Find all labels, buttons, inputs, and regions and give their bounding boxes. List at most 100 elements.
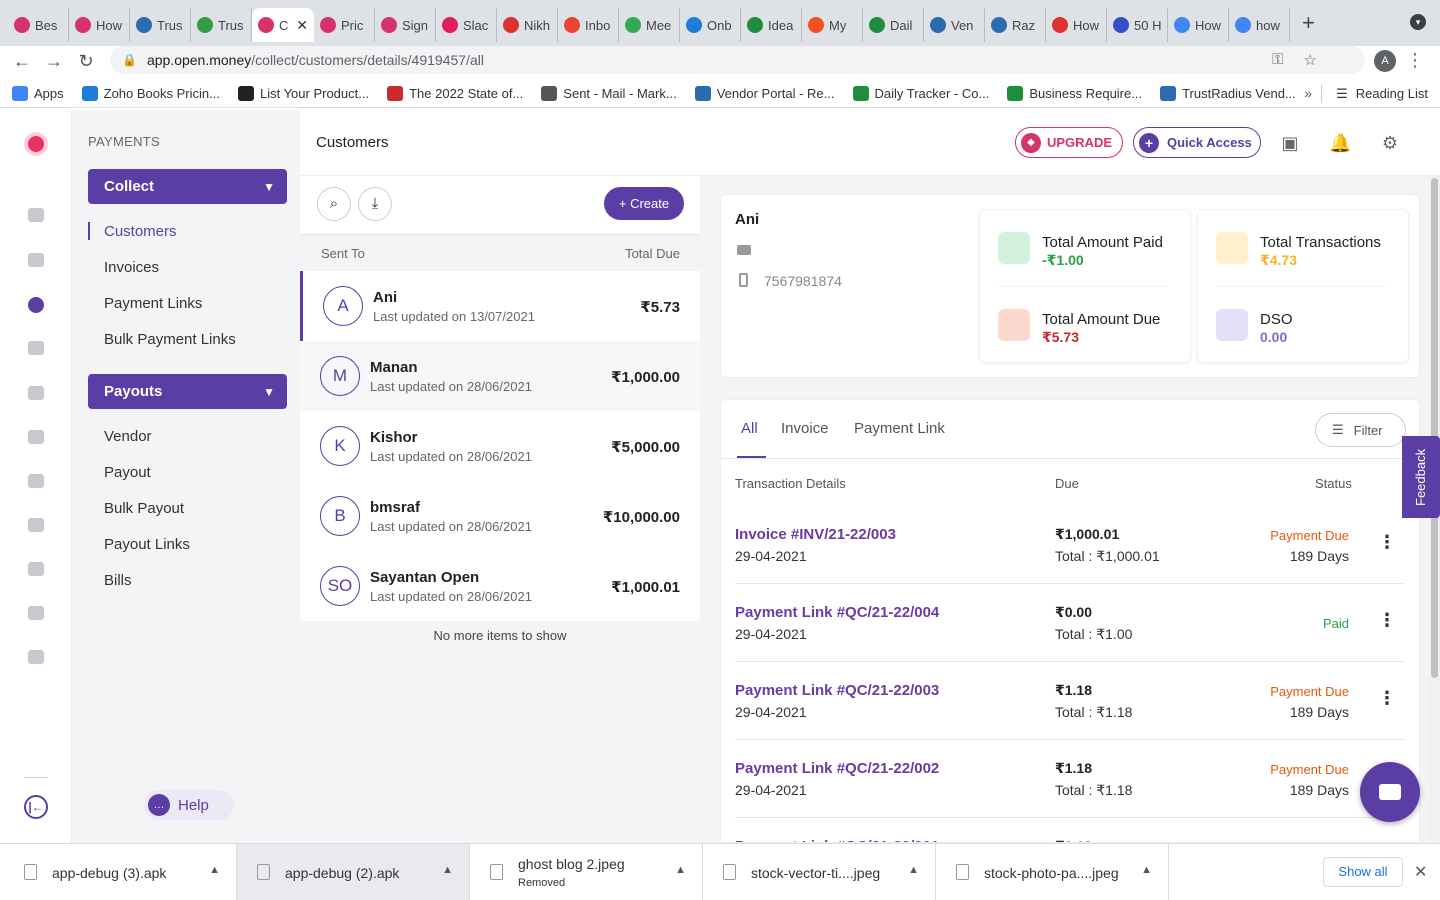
more-options-icon[interactable]: ⋮ bbox=[1377, 532, 1397, 553]
download-item[interactable]: ghost blog 2.jpeg Removed ▲ bbox=[470, 844, 703, 900]
open-logo[interactable] bbox=[24, 132, 48, 156]
browser-tab[interactable]: Raz bbox=[985, 8, 1046, 42]
feedback-tab[interactable]: Feedback bbox=[1402, 436, 1440, 518]
tab-all[interactable]: All bbox=[741, 420, 758, 437]
create-button[interactable]: + Create bbox=[604, 187, 684, 220]
sidebar-item-payment-links[interactable]: Payment Links bbox=[104, 295, 202, 312]
help-button[interactable]: … Help bbox=[144, 790, 234, 820]
more-options-icon[interactable]: ⋮ bbox=[1377, 610, 1397, 631]
collect-group-button[interactable]: Collect ▼ bbox=[88, 169, 287, 204]
download-item[interactable]: app-debug (3).apk ▲ bbox=[4, 844, 237, 900]
scrollbar-thumb[interactable] bbox=[1431, 178, 1438, 678]
chevron-up-icon[interactable]: ▲ bbox=[442, 864, 453, 876]
cart-icon[interactable] bbox=[28, 341, 44, 355]
browser-tab[interactable]: Pric bbox=[314, 8, 375, 42]
tab-search-icon[interactable]: ▾ bbox=[1410, 14, 1426, 30]
apps-grid-icon[interactable] bbox=[28, 650, 44, 664]
transaction-link[interactable]: Invoice #INV/21-22/003 bbox=[735, 526, 896, 543]
browser-tab[interactable]: 50 H bbox=[1107, 8, 1168, 42]
browser-tab[interactable]: Inbo bbox=[558, 8, 619, 42]
key-icon[interactable]: ⚿ bbox=[1272, 51, 1283, 69]
browser-tab[interactable]: Idea bbox=[741, 8, 802, 42]
transaction-link[interactable]: Payment Link #QC/21-22/004 bbox=[735, 604, 939, 621]
browser-tab[interactable]: How bbox=[1168, 8, 1229, 42]
bell-icon[interactable]: 🔔 bbox=[1329, 132, 1351, 154]
browser-tab[interactable]: Sign bbox=[375, 8, 436, 42]
dashboard-icon[interactable] bbox=[28, 253, 44, 267]
browser-tab[interactable]: C ✕ bbox=[252, 8, 314, 42]
tab-invoice[interactable]: Invoice bbox=[781, 420, 829, 437]
address-bar[interactable]: 🔒 app.open.money/collect/customers/detai… bbox=[110, 46, 1365, 74]
browser-tab[interactable]: Mee bbox=[619, 8, 680, 42]
chevron-up-icon[interactable]: ▲ bbox=[675, 864, 686, 876]
sidebar-item-payout[interactable]: Payout bbox=[104, 464, 151, 481]
reload-icon[interactable]: ↻ bbox=[70, 51, 102, 72]
browser-tab[interactable]: Nikh bbox=[497, 8, 558, 42]
browser-tab[interactable]: Trus bbox=[130, 8, 191, 42]
transaction-link[interactable]: Payment Link #QC/21-22/002 bbox=[735, 760, 939, 777]
bulb-icon[interactable] bbox=[28, 208, 44, 222]
sidebar-item-vendor[interactable]: Vendor bbox=[104, 428, 152, 445]
sidebar-item-bills[interactable]: Bills bbox=[104, 572, 132, 589]
collapse-sidebar-icon[interactable]: |← bbox=[24, 795, 48, 819]
quick-access-button[interactable]: + Quick Access bbox=[1133, 127, 1261, 158]
reading-list-button[interactable]: ☰ Reading List bbox=[1336, 86, 1428, 102]
bookmark-item[interactable]: Daily Tracker - Co... bbox=[852, 86, 989, 101]
gear-icon[interactable]: ⚙ bbox=[1379, 132, 1401, 154]
payments-icon[interactable] bbox=[28, 297, 44, 313]
bookmark-item[interactable]: Sent - Mail - Mark... bbox=[541, 86, 677, 101]
close-icon[interactable]: ✕ bbox=[1414, 862, 1427, 882]
customer-row[interactable]: M Manan Last updated on 28/06/2021 ₹1,000.0… bbox=[300, 341, 700, 411]
sidebar-item-payout-links[interactable]: Payout Links bbox=[104, 536, 190, 553]
back-icon[interactable]: ← bbox=[6, 51, 38, 72]
customer-row[interactable]: Bbmsraf Last updated on 28/06/2021 ₹10,000… bbox=[300, 481, 700, 551]
customer-row[interactable]: SO Sayantan Open Last updated on 28/06/202… bbox=[300, 551, 700, 621]
bookmark-item[interactable]: Apps bbox=[12, 86, 64, 101]
download-item[interactable]: app-debug (2).apk ▲ bbox=[237, 844, 470, 900]
tab-payment-link[interactable]: Payment Link bbox=[854, 420, 945, 437]
browser-tab[interactable]: how bbox=[1229, 8, 1290, 42]
sidebar-item-invoices[interactable]: Invoices bbox=[104, 259, 159, 276]
bookmark-item[interactable]: The 2022 State of... bbox=[387, 86, 523, 101]
bookmark-star-icon[interactable]: ☆ bbox=[1304, 51, 1317, 69]
browser-menu-icon[interactable]: ⋮ bbox=[1406, 50, 1424, 71]
browser-tab[interactable]: Onb bbox=[680, 8, 741, 42]
payouts-group-button[interactable]: Payouts ▼ bbox=[88, 374, 287, 409]
forward-icon[interactable]: → bbox=[38, 51, 70, 72]
browser-tab[interactable]: Ven bbox=[924, 8, 985, 42]
bookmarks-overflow-icon[interactable]: » bbox=[1304, 85, 1312, 101]
bookmark-item[interactable]: TrustRadius Vend... bbox=[1160, 86, 1296, 101]
calculator-icon[interactable] bbox=[28, 518, 44, 532]
transaction-link[interactable]: Payment Link #QC/21-22/003 bbox=[735, 682, 939, 699]
sidebar-item-bulk-payment-links[interactable]: Bulk Payment Links bbox=[104, 331, 236, 348]
browser-tab[interactable]: Slac bbox=[436, 8, 497, 42]
sidebar-item-bulk-payout[interactable]: Bulk Payout bbox=[104, 500, 184, 517]
bank-icon[interactable] bbox=[28, 474, 44, 488]
more-options-icon[interactable]: ⋮ bbox=[1377, 688, 1397, 709]
sidebar-item-customers[interactable]: Customers bbox=[104, 223, 177, 240]
bookmark-item[interactable]: Business Require... bbox=[1007, 86, 1142, 101]
bookmark-item[interactable]: Vendor Portal - Re... bbox=[694, 86, 835, 101]
chevron-up-icon[interactable]: ▲ bbox=[1141, 864, 1152, 876]
customer-row[interactable]: A Ani Last updated on 13/07/2021 ₹5.73 bbox=[300, 271, 700, 341]
download-item[interactable]: stock-vector-ti....jpeg ▲ bbox=[703, 844, 936, 900]
browser-tab[interactable]: How bbox=[1046, 8, 1107, 42]
close-tab-icon[interactable]: ✕ bbox=[296, 17, 308, 34]
bookmark-item[interactable]: Zoho Books Pricin... bbox=[81, 86, 220, 101]
search-button[interactable]: ⌕ bbox=[317, 187, 351, 221]
filter-button[interactable]: ☰ Filter bbox=[1315, 413, 1406, 447]
download-button[interactable]: ⤓ bbox=[358, 187, 392, 221]
contacts-book-icon[interactable]: ▣ bbox=[1279, 132, 1301, 154]
chevron-up-icon[interactable]: ▲ bbox=[209, 864, 220, 876]
card-icon[interactable] bbox=[28, 430, 44, 444]
new-tab-icon[interactable]: + bbox=[1302, 10, 1315, 36]
customer-row[interactable]: K Kishor Last updated on 28/06/2021 ₹5,000.… bbox=[300, 411, 700, 481]
camera-icon[interactable] bbox=[28, 606, 44, 620]
chevron-up-icon[interactable]: ▲ bbox=[908, 864, 919, 876]
bookmark-item[interactable]: List Your Product... bbox=[237, 86, 369, 101]
box-icon[interactable] bbox=[28, 386, 44, 400]
show-all-downloads-button[interactable]: Show all bbox=[1323, 857, 1403, 887]
browser-tab[interactable]: Trus bbox=[191, 8, 252, 42]
download-item[interactable]: stock-photo-pa....jpeg ▲ bbox=[936, 844, 1169, 900]
upgrade-button[interactable]: ◆ UPGRADE bbox=[1015, 127, 1123, 158]
